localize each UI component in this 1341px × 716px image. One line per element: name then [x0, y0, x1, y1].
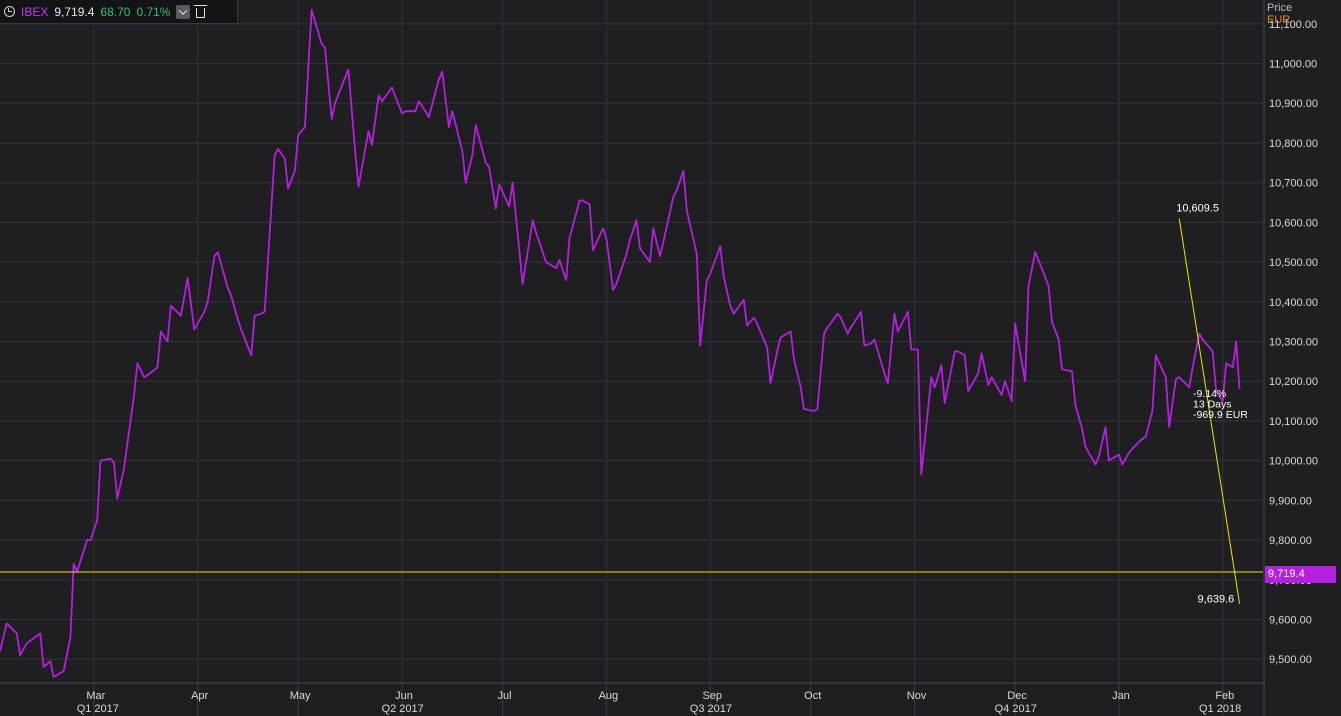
- y-tick-label: 10,000.00: [1269, 456, 1318, 468]
- y-tick-label: 10,500.00: [1269, 257, 1318, 269]
- x-quarter-label: Q2 2017: [382, 703, 424, 715]
- x-month-label: Apr: [191, 690, 208, 702]
- x-month-label: Dec: [1007, 690, 1027, 702]
- y-tick-label: 9,500.00: [1269, 654, 1312, 666]
- price-change: 68.70: [100, 4, 131, 19]
- currency-label: EUR: [1267, 14, 1291, 26]
- x-month-label: Jul: [497, 690, 511, 702]
- chevron-down-icon[interactable]: [176, 4, 191, 19]
- price-chart[interactable]: 9,500.009,600.009,700.009,800.009,900.00…: [0, 0, 1341, 716]
- price-axis-header: Price EUR: [1267, 2, 1292, 26]
- x-month-label: May: [290, 690, 311, 702]
- y-tick-label: 10,700.00: [1269, 178, 1318, 190]
- trash-icon[interactable]: [194, 4, 208, 18]
- y-tick-label: 10,100.00: [1269, 416, 1318, 428]
- y-tick-label: 10,200.00: [1269, 376, 1318, 388]
- y-tick-label: 9,800.00: [1269, 535, 1312, 547]
- measure-high-label: 10,609.5: [1176, 203, 1219, 215]
- measure-stat-label: -969.9 EUR: [1193, 409, 1248, 421]
- x-quarter-label: Q3 2017: [690, 703, 732, 715]
- x-month-label: Sep: [702, 690, 722, 702]
- x-month-label: Jan: [1112, 690, 1130, 702]
- y-tick-label: 10,800.00: [1269, 138, 1318, 150]
- y-tick-label: 10,900.00: [1269, 98, 1318, 110]
- price-change-percent: 0.71%: [136, 4, 171, 19]
- x-month-label: Oct: [804, 690, 821, 702]
- x-quarter-label: Q1 2017: [77, 703, 119, 715]
- y-tick-label: 10,400.00: [1269, 297, 1318, 309]
- x-month-label: Aug: [599, 690, 619, 702]
- last-price: 9,719.4: [54, 4, 95, 19]
- symbol-label[interactable]: IBEX: [21, 5, 48, 19]
- clock-icon[interactable]: [4, 6, 15, 17]
- instrument-header: IBEX 9,719.4 68.70 0.71%: [0, 0, 238, 24]
- x-quarter-label: Q4 2017: [995, 703, 1037, 715]
- x-quarter-label: Q1 2018: [1199, 703, 1241, 715]
- y-tick-label: 9,600.00: [1269, 614, 1312, 626]
- y-tick-label: 11,000.00: [1269, 59, 1317, 71]
- x-month-label: Nov: [907, 690, 927, 702]
- current-price-tag: 9,719.4: [1265, 566, 1336, 583]
- measure-low-label: 9,639.6: [1198, 594, 1235, 606]
- x-month-label: Mar: [86, 690, 105, 702]
- y-tick-label: 9,900.00: [1269, 495, 1312, 507]
- y-tick-label: 10,300.00: [1269, 337, 1318, 349]
- series-line: [0, 9, 1241, 678]
- price-axis-title: Price: [1267, 2, 1293, 14]
- x-month-label: Feb: [1215, 690, 1234, 702]
- x-month-label: Jun: [395, 690, 413, 702]
- y-tick-label: 10,600.00: [1269, 217, 1318, 229]
